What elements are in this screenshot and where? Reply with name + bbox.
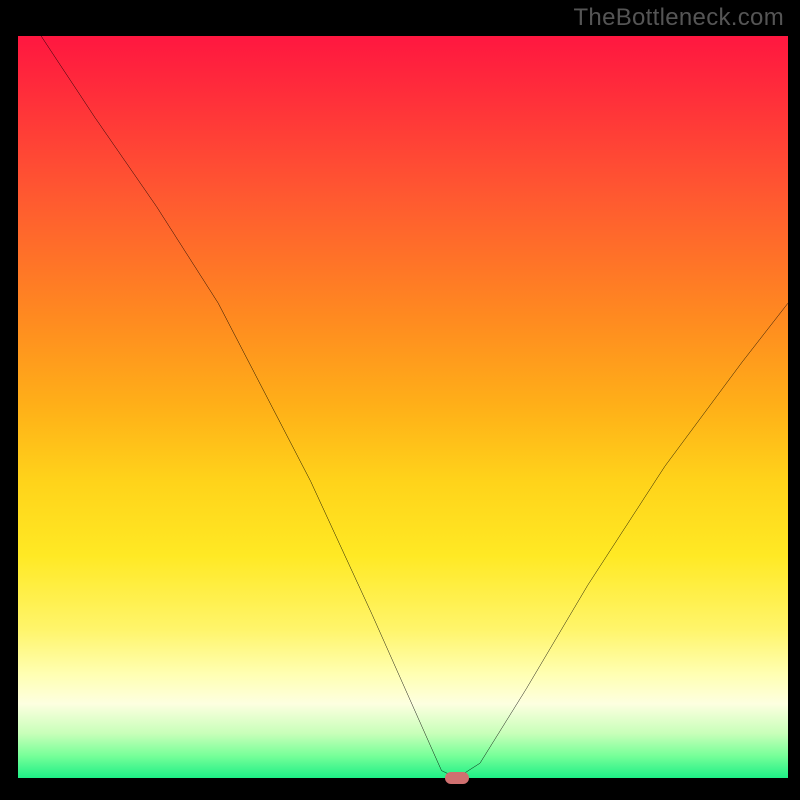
watermark-text: TheBottleneck.com [573, 4, 784, 32]
bottleneck-curve [18, 36, 788, 778]
chart-frame: TheBottleneck.com [0, 0, 800, 800]
min-marker [445, 772, 469, 784]
plot-area [18, 36, 788, 778]
curve-path [41, 36, 788, 778]
